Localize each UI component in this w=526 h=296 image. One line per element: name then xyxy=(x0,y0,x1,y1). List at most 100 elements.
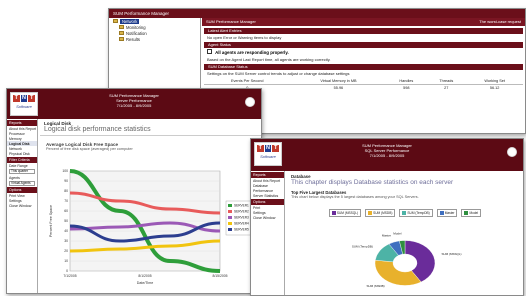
slice-label: SUM (TempDB) xyxy=(352,245,373,249)
filter-label: Agents xyxy=(9,175,20,180)
report-content: Logical Disk Logical disk performance st… xyxy=(40,119,261,293)
y-tick-label: 70 xyxy=(64,199,68,203)
page-title: Logical Disk xyxy=(44,121,72,126)
header-title: SUM Performance Manager Server Performan… xyxy=(7,93,261,108)
filter-select[interactable]: This quarter xyxy=(9,169,35,174)
legend-label: SUM (MSSQL) xyxy=(336,211,359,215)
y-axis-label: Percent Free Space xyxy=(49,205,53,237)
legend-swatch xyxy=(228,204,232,207)
report-header: TNT Software SUM Performance Manager Ser… xyxy=(7,89,261,119)
legend-item[interactable]: Master xyxy=(436,209,458,217)
legend-label: SUM (MSDB) xyxy=(373,211,393,215)
legend-swatch xyxy=(228,228,232,231)
legend-swatch xyxy=(228,216,232,219)
y-tick-label: 100 xyxy=(62,169,68,173)
legend-item[interactable]: Model xyxy=(461,209,482,217)
legend-label: SERVER1 xyxy=(234,204,249,208)
x-tick-label: 7/1/2005 xyxy=(63,274,76,278)
report-nav: Reports About this Report Database Performa… xyxy=(251,171,285,295)
report-nav: Reports About this Report Processor Memory L… xyxy=(7,119,38,293)
help-icon[interactable] xyxy=(245,97,255,107)
window-title: SUM Performance Manager xyxy=(113,11,170,16)
legend-swatch xyxy=(439,211,444,215)
nav-item[interactable]: Close Window xyxy=(7,203,37,208)
page-subtitle: This chapter displays Database statistic… xyxy=(291,179,454,186)
nav-item[interactable]: About this Report xyxy=(7,126,37,131)
tree-item[interactable]: Results xyxy=(109,36,200,42)
y-tick-label: 50 xyxy=(64,219,68,223)
folder-icon xyxy=(119,31,124,35)
legend-label: Model xyxy=(469,211,479,215)
legend-label: SERVER4 xyxy=(234,222,249,226)
x-tick-label: 8/1/2005 xyxy=(138,274,151,278)
legend-label: SERVER2 xyxy=(234,210,249,214)
agent-alert: All agents are responding properly. xyxy=(202,48,525,56)
tree-item-label: Monitoring xyxy=(126,24,146,30)
legend-item[interactable]: SUM (MSDB) xyxy=(365,209,396,217)
chart-title: Average Logical Disk Free Space xyxy=(46,142,119,147)
folder-icon xyxy=(119,25,124,29)
y-tick-label: 60 xyxy=(64,209,68,213)
sql-server-report-window: TNT Software SUM Performance Manager SQL… xyxy=(250,138,524,296)
legend-label: SUM (TempDB) xyxy=(407,211,430,215)
legend-swatch xyxy=(331,211,336,215)
legend-swatch xyxy=(464,211,469,215)
nav-item[interactable]: About this Report xyxy=(251,178,284,183)
agent-text: Based on the Agent Last Report time, all… xyxy=(207,57,331,62)
folder-icon xyxy=(113,19,118,23)
y-tick-label: 30 xyxy=(64,239,68,243)
logical-disk-report-window: TNT Software SUM Performance Manager Ser… xyxy=(6,88,262,294)
report-header: TNT Software SUM Performance Manager SQL… xyxy=(251,139,523,171)
tree-item-label: Notification xyxy=(126,30,147,36)
chart-subtitle: Percent of free disk space (averaged) pe… xyxy=(46,147,133,151)
legend-label: SERVER3 xyxy=(234,216,249,220)
legend-swatch xyxy=(368,211,373,215)
legend-label: SERVER5 xyxy=(234,228,249,232)
y-tick-label: 90 xyxy=(64,179,68,183)
slice-label: SUM (MSSQL) xyxy=(441,252,461,256)
section-subtitle: This chart below displays the 5 largest … xyxy=(291,195,419,199)
alerts-text: No open Error or Warning items to displa… xyxy=(207,35,282,40)
check-icon xyxy=(207,49,212,54)
disk-free-space-chart: 0 10 20 30 40 50 60 70 80 90 100 7/1/2005 8/1/2005 8/… xyxy=(49,169,257,285)
table-cell: 56.12 xyxy=(489,86,500,90)
y-tick-label: 10 xyxy=(64,259,68,263)
legend-label: Master xyxy=(444,211,455,215)
y-tick-label: 80 xyxy=(64,189,68,193)
legend-swatch xyxy=(402,211,407,215)
x-axis-label: Date/Time xyxy=(137,281,153,285)
y-tick-label: 40 xyxy=(64,229,68,233)
nav-item[interactable]: Server Statistics xyxy=(251,193,284,198)
slice-label: SUM (MSDB) xyxy=(366,284,384,288)
header-line-3: 7/1/2005 - 8/9/2005 xyxy=(369,153,405,158)
right-status: The worst-case request xyxy=(479,19,521,24)
filter-select[interactable]: Virtual Agents xyxy=(9,181,35,186)
legend-item[interactable]: SUM (TempDB) xyxy=(399,209,433,217)
legend-swatch xyxy=(228,210,232,213)
slice-label: Master xyxy=(382,234,391,238)
nav-item[interactable]: Close Window xyxy=(251,215,284,220)
page-title: Database xyxy=(291,174,311,179)
section-title: Top Five Largest Databases xyxy=(291,190,347,195)
help-icon[interactable] xyxy=(507,147,517,157)
page-subtitle: Logical disk performance statistics xyxy=(40,126,261,136)
table-cell: 598 xyxy=(403,86,410,90)
nav-item[interactable]: Physical Disk xyxy=(7,151,37,156)
legend-item[interactable]: SUM (MSSQL) xyxy=(328,209,362,217)
y-tick-label: 0 xyxy=(66,269,68,273)
legend-swatch xyxy=(228,222,232,225)
table-cell: 27 xyxy=(444,86,449,90)
x-tick-label: 8/15/2005 xyxy=(212,274,227,278)
report-content: Database This chapter displays Database … xyxy=(287,171,523,295)
database-size-pie: SUM (MSSQL) SUM (MSDB) SUM (TempDB) Master M… xyxy=(352,232,462,288)
header-title: SUM Performance Manager SQL Server Perfo… xyxy=(251,143,523,158)
title-bar: SUM Performance Manager xyxy=(109,9,525,18)
slice-label: Model xyxy=(393,232,402,236)
tree-item-label: Results xyxy=(126,36,140,42)
pie-legend: SUM (MSSQL) SUM (MSDB) SUM (TempDB) Master M… xyxy=(287,209,523,217)
table-cell: 55.96 xyxy=(333,86,344,90)
agent-alert-text: All agents are responding properly. xyxy=(215,50,289,55)
subtitle: SUM Performance Manager xyxy=(206,19,256,24)
tree-item-label: Network xyxy=(120,18,140,24)
subtitle-bar: SUM Performance Manager The worst-case r… xyxy=(202,18,525,26)
